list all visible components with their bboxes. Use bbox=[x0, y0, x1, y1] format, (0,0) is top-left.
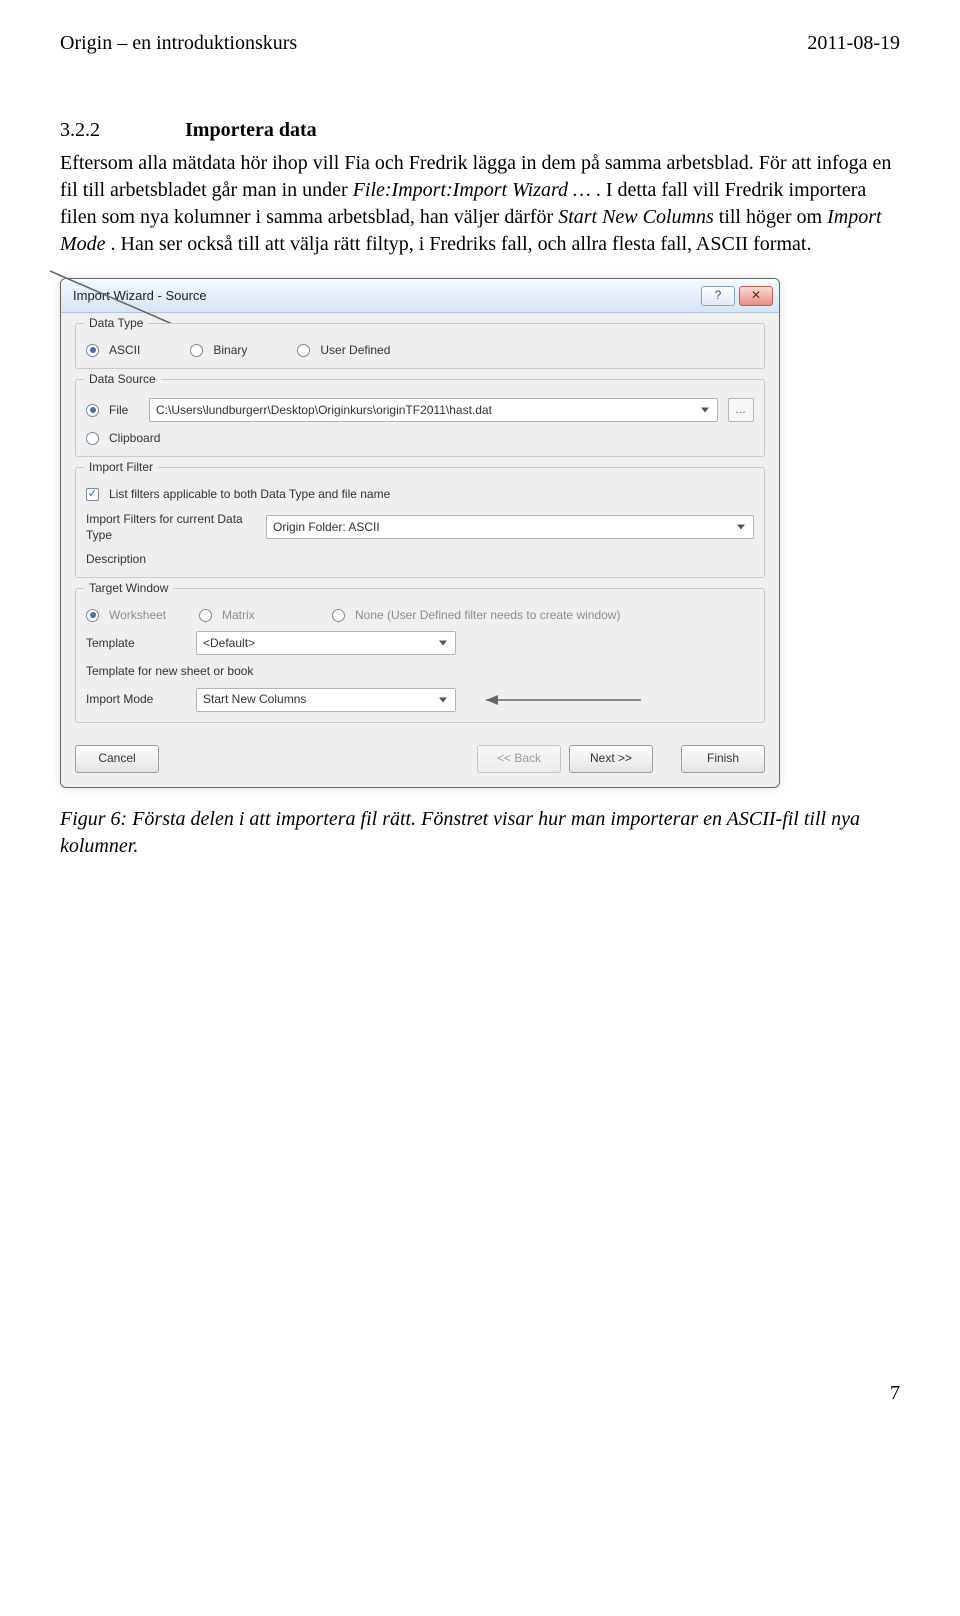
radio-clipboard-label: Clipboard bbox=[109, 430, 160, 446]
file-path-combo[interactable]: C:\Users\lundburgerr\Desktop\Originkurs\… bbox=[149, 398, 718, 422]
next-button[interactable]: Next >> bbox=[569, 745, 653, 773]
text: till höger om bbox=[719, 206, 827, 228]
label-filters-for: Import Filters for current Data Type bbox=[86, 511, 256, 543]
radio-none[interactable] bbox=[332, 609, 345, 622]
radio-matrix-label: Matrix bbox=[222, 607, 322, 623]
radio-userdef-label: User Defined bbox=[320, 342, 390, 358]
text: . Han ser också till att välja rätt filt… bbox=[111, 233, 812, 255]
template-combo[interactable]: <Default> bbox=[196, 631, 456, 655]
filters-for-combo[interactable]: Origin Folder: ASCII bbox=[266, 515, 754, 539]
page-number: 7 bbox=[60, 1380, 900, 1407]
radio-file[interactable] bbox=[86, 404, 99, 417]
group-data-source: Data Source File C:\Users\lundburgerr\De… bbox=[75, 379, 765, 457]
file-path-value: C:\Users\lundburgerr\Desktop\Originkurs\… bbox=[156, 402, 492, 418]
group-target-window: Target Window Worksheet Matrix None (Use… bbox=[75, 588, 765, 722]
radio-binary-label: Binary bbox=[213, 342, 247, 358]
label-description: Description bbox=[86, 551, 256, 567]
radio-ascii-label: ASCII bbox=[109, 342, 140, 358]
section-number: 3.2.2 bbox=[60, 117, 180, 144]
label-import-mode: Import Mode bbox=[86, 691, 186, 707]
radio-ascii[interactable] bbox=[86, 344, 99, 357]
annotation-arrow-right bbox=[466, 688, 646, 712]
dialog-body: Data Type ASCII Binary User Defined Data… bbox=[61, 313, 779, 745]
dialog-button-row: Cancel << Back Next >> Finish bbox=[61, 745, 779, 787]
group-label: Import Filter bbox=[84, 459, 158, 475]
import-mode-value: Start New Columns bbox=[203, 691, 306, 707]
back-button[interactable]: << Back bbox=[477, 745, 561, 773]
section-title: Importera data bbox=[185, 119, 317, 141]
group-label: Target Window bbox=[84, 580, 173, 596]
radio-file-label: File bbox=[109, 402, 139, 418]
group-import-filter: Import Filter List filters applicable to… bbox=[75, 467, 765, 578]
group-data-type: Data Type ASCII Binary User Defined bbox=[75, 323, 765, 369]
browse-button[interactable]: … bbox=[728, 398, 754, 422]
radio-binary[interactable] bbox=[190, 344, 203, 357]
label-template-new: Template for new sheet or book bbox=[86, 663, 253, 679]
group-label: Data Source bbox=[84, 371, 161, 387]
help-button[interactable]: ? bbox=[701, 286, 735, 306]
import-mode-combo[interactable]: Start New Columns bbox=[196, 688, 456, 712]
checkbox-list-filters-label: List filters applicable to both Data Typ… bbox=[109, 486, 390, 502]
cancel-button[interactable]: Cancel bbox=[75, 745, 159, 773]
radio-none-label: None (User Defined filter needs to creat… bbox=[355, 607, 620, 623]
radio-matrix[interactable] bbox=[199, 609, 212, 622]
page-header: Origin – en introduktionskurs 2011-08-19 bbox=[60, 30, 900, 57]
ellipsis-icon: … bbox=[735, 403, 747, 418]
radio-worksheet-label: Worksheet bbox=[109, 607, 189, 623]
import-wizard-dialog: Import Wizard - Source ? ✕ Data Type ASC… bbox=[60, 278, 780, 788]
section-heading: 3.2.2 Importera data bbox=[60, 117, 900, 144]
dialog-figure: Import Wizard - Source ? ✕ Data Type ASC… bbox=[60, 278, 900, 788]
group-label: Data Type bbox=[84, 315, 148, 331]
radio-worksheet[interactable] bbox=[86, 609, 99, 622]
header-right: 2011-08-19 bbox=[807, 30, 900, 57]
paragraph: Eftersom alla mätdata hör ihop vill Fia … bbox=[60, 150, 900, 258]
close-button[interactable]: ✕ bbox=[739, 286, 773, 306]
titlebar-buttons: ? ✕ bbox=[701, 286, 773, 306]
template-value: <Default> bbox=[203, 635, 255, 651]
radio-userdef[interactable] bbox=[297, 344, 310, 357]
checkbox-list-filters[interactable] bbox=[86, 488, 99, 501]
label-template: Template bbox=[86, 635, 186, 651]
ui-term: Start New Columns bbox=[558, 206, 714, 228]
figure-caption: Figur 6: Första delen i att importera fi… bbox=[60, 806, 900, 860]
finish-button[interactable]: Finish bbox=[681, 745, 765, 773]
header-left: Origin – en introduktionskurs bbox=[60, 30, 297, 57]
menu-path: File:Import:Import Wizard … bbox=[353, 179, 591, 201]
filters-for-value: Origin Folder: ASCII bbox=[273, 519, 380, 535]
close-icon: ✕ bbox=[751, 287, 761, 303]
help-icon: ? bbox=[715, 287, 722, 303]
radio-clipboard[interactable] bbox=[86, 432, 99, 445]
